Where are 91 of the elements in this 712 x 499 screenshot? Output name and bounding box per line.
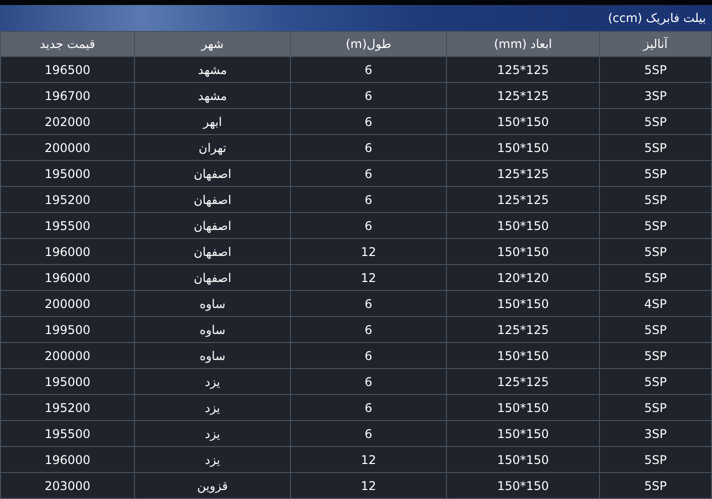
table-cell: 150*150 <box>446 238 600 264</box>
table-cell: تهران <box>134 134 290 160</box>
table-cell: 12 <box>290 446 446 472</box>
table-cell: 125*125 <box>446 56 600 82</box>
table-cell: 150*150 <box>446 446 600 472</box>
table-cell: 5SP <box>600 264 712 290</box>
table-cell: 5SP <box>600 342 712 368</box>
table-cell: اصفهان <box>134 160 290 186</box>
table-cell: 5SP <box>600 446 712 472</box>
table-cell: 203000 <box>0 472 134 498</box>
table-cell: 196700 <box>0 82 134 108</box>
table-cell: 150*150 <box>446 342 600 368</box>
table-cell: 150*150 <box>446 108 600 134</box>
table-cell: 6 <box>290 394 446 420</box>
table-cell: 195200 <box>0 394 134 420</box>
table-cell: 5SP <box>600 238 712 264</box>
table-cell: اصفهان <box>134 264 290 290</box>
table-cell: 6 <box>290 342 446 368</box>
table-cell: 4SP <box>600 290 712 316</box>
table-cell: ساوه <box>134 290 290 316</box>
table-cell: 6 <box>290 160 446 186</box>
table-cell: 6 <box>290 316 446 342</box>
table-cell: یزد <box>134 394 290 420</box>
table-cell: 196000 <box>0 264 134 290</box>
column-header: شهر <box>134 32 290 56</box>
table-cell: 5SP <box>600 316 712 342</box>
table-cell: 125*125 <box>446 368 600 394</box>
table-cell: یزد <box>134 446 290 472</box>
table-cell: 6 <box>290 56 446 82</box>
table-cell: 150*150 <box>446 212 600 238</box>
column-header: آنالیز <box>600 32 712 56</box>
table-cell: 6 <box>290 108 446 134</box>
table-cell: اصفهان <box>134 238 290 264</box>
table-cell: 6 <box>290 82 446 108</box>
table-cell: 5SP <box>600 160 712 186</box>
table-cell: 200000 <box>0 290 134 316</box>
table-cell: 5SP <box>600 134 712 160</box>
table-cell: 12 <box>290 264 446 290</box>
table-cell: 5SP <box>600 212 712 238</box>
table-cell: 150*150 <box>446 420 600 446</box>
table-cell: 6 <box>290 290 446 316</box>
table-cell: 196000 <box>0 446 134 472</box>
table-cell: 3SP <box>600 82 712 108</box>
table-cell: 125*125 <box>446 316 600 342</box>
table-cell: 195500 <box>0 212 134 238</box>
table-cell: 12 <box>290 472 446 498</box>
table-cell: 150*150 <box>446 472 600 498</box>
table-cell: 3SP <box>600 420 712 446</box>
table-cell: 5SP <box>600 394 712 420</box>
table-cell: 12 <box>290 238 446 264</box>
table-cell: اصفهان <box>134 186 290 212</box>
table-cell: 6 <box>290 420 446 446</box>
table-cell: 6 <box>290 368 446 394</box>
table-cell: 6 <box>290 134 446 160</box>
table-cell: 125*125 <box>446 160 600 186</box>
table-cell: 150*150 <box>446 290 600 316</box>
table-cell: 196000 <box>0 238 134 264</box>
table-cell: 5SP <box>600 108 712 134</box>
table-cell: 5SP <box>600 472 712 498</box>
table-cell: 150*150 <box>446 134 600 160</box>
table-cell: 195500 <box>0 420 134 446</box>
table-cell: یزد <box>134 368 290 394</box>
table-cell: اصفهان <box>134 212 290 238</box>
table-cell: ساوه <box>134 342 290 368</box>
table-cell: مشهد <box>134 56 290 82</box>
table-cell: 120*120 <box>446 264 600 290</box>
table-cell: 200000 <box>0 342 134 368</box>
table-cell: 5SP <box>600 368 712 394</box>
table-cell: 195000 <box>0 368 134 394</box>
table-cell: 196500 <box>0 56 134 82</box>
table-cell: 202000 <box>0 108 134 134</box>
banner-title: بیلت فابریک (ccm) <box>608 11 706 25</box>
table-cell: 125*125 <box>446 186 600 212</box>
table-cell: 195200 <box>0 186 134 212</box>
table-cell: قزوین <box>134 472 290 498</box>
table-cell: ساوه <box>134 316 290 342</box>
table-cell: 5SP <box>600 56 712 82</box>
table-cell: 5SP <box>600 186 712 212</box>
column-header: طول(m) <box>290 32 446 56</box>
table-cell: یزد <box>134 420 290 446</box>
table-cell: 6 <box>290 212 446 238</box>
table-cell: 6 <box>290 186 446 212</box>
table-cell: 150*150 <box>446 394 600 420</box>
table-cell: 195000 <box>0 160 134 186</box>
table-cell: 200000 <box>0 134 134 160</box>
column-header: ابعاد (mm) <box>446 32 600 56</box>
table-cell: 199500 <box>0 316 134 342</box>
table-cell: ابهر <box>134 108 290 134</box>
table-cell: مشهد <box>134 82 290 108</box>
table-cell: 125*125 <box>446 82 600 108</box>
column-header: قیمت جدید <box>0 32 134 56</box>
